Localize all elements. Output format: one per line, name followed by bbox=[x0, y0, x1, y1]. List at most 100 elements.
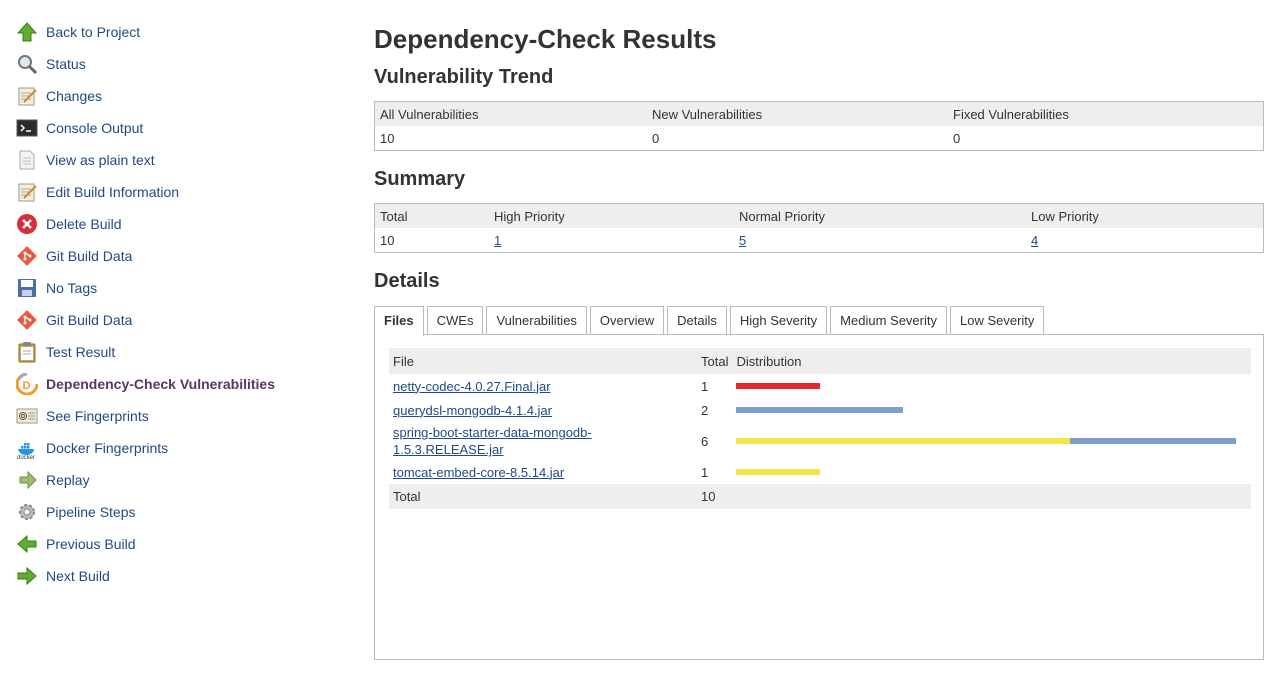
tab-high-severity[interactable]: High Severity bbox=[729, 306, 828, 335]
summary-header-total: Total bbox=[374, 203, 489, 228]
table-row: querydsl-mongodb-4.1.4.jar 2 bbox=[389, 398, 1251, 422]
tab-low-severity[interactable]: Low Severity bbox=[949, 306, 1045, 335]
sidebar-item-label: See Fingerprints bbox=[46, 408, 149, 424]
document-icon bbox=[16, 149, 38, 171]
file-total: 6 bbox=[701, 433, 709, 449]
file-link[interactable]: spring-boot-starter-data-mongodb-1.5.3.R… bbox=[393, 424, 598, 458]
summary-header-high: High Priority bbox=[489, 203, 734, 228]
sidebar-item-changes[interactable]: Changes bbox=[16, 80, 336, 112]
sidebar-item-see-fingerprints[interactable]: See Fingerprints bbox=[16, 400, 336, 432]
trend-header-new: New Vulnerabilities bbox=[647, 101, 948, 126]
file-total: 1 bbox=[701, 378, 709, 394]
sidebar-item-git-build-data[interactable]: Git Build Data bbox=[16, 304, 336, 336]
page-title: Dependency-Check Results bbox=[374, 24, 717, 54]
sidebar-item-label: Status bbox=[46, 56, 86, 72]
right-arrow-icon bbox=[16, 565, 38, 587]
clipboard-icon bbox=[16, 341, 38, 363]
sidebar-item-label: Delete Build bbox=[46, 216, 122, 232]
distribution-segment-low bbox=[736, 407, 904, 413]
sidebar-item-edit-build-information[interactable]: Edit Build Information bbox=[16, 176, 336, 208]
sidebar-item-back-to-project[interactable]: Back to Project bbox=[16, 16, 336, 48]
svg-text:D: D bbox=[23, 380, 31, 392]
summary-link-low[interactable]: 4 bbox=[1031, 233, 1038, 248]
summary-link-high[interactable]: 1 bbox=[494, 233, 501, 248]
file-link[interactable]: tomcat-embed-core-8.5.14.jar bbox=[393, 465, 564, 480]
sidebar-item-label: Test Result bbox=[46, 344, 116, 360]
git-icon bbox=[16, 245, 38, 267]
sidebar-item-previous-build[interactable]: Previous Build bbox=[16, 528, 336, 560]
notepad-icon bbox=[16, 85, 38, 107]
sidebar-item-label: Pipeline Steps bbox=[46, 504, 136, 520]
sidebar-item-label: Next Build bbox=[46, 568, 110, 584]
tab-medium-severity[interactable]: Medium Severity bbox=[830, 306, 947, 335]
terminal-icon bbox=[16, 117, 38, 139]
fingerprint-icon bbox=[16, 405, 38, 427]
distribution-bar bbox=[736, 438, 1237, 444]
up-arrow-icon bbox=[16, 21, 38, 43]
summary-header-low: Low Priority bbox=[1026, 203, 1264, 228]
details-heading: Details bbox=[374, 270, 440, 292]
trend-header-fixed: Fixed Vulnerabilities bbox=[948, 101, 1264, 126]
file-link[interactable]: querydsl-mongodb-4.1.4.jar bbox=[393, 403, 552, 418]
sidebar-item-replay[interactable]: Replay bbox=[16, 464, 336, 496]
distribution-segment-normal bbox=[736, 469, 820, 475]
details-tabs: Files CWEs Vulnerabilities Overview Details H… bbox=[374, 306, 1047, 336]
sidebar-item-console-output[interactable]: Console Output bbox=[16, 112, 336, 144]
trend-heading: Vulnerability Trend bbox=[374, 66, 554, 88]
tab-details[interactable]: Details bbox=[667, 306, 727, 335]
sidebar-item-label: Git Build Data bbox=[46, 248, 133, 264]
summary-table: Total High Priority Normal Priority Low … bbox=[374, 203, 1264, 253]
sidebar-item-label: Dependency-Check Vulnerabilities bbox=[46, 376, 275, 392]
sidebar-item-test-result[interactable]: Test Result bbox=[16, 336, 336, 368]
trend-table: All Vulnerabilities New Vulnerabilities … bbox=[374, 101, 1264, 151]
sidebar-item-no-tags[interactable]: No Tags bbox=[16, 272, 336, 304]
summary-header-normal: Normal Priority bbox=[734, 203, 1026, 228]
tab-vulnerabilities[interactable]: Vulnerabilities bbox=[486, 306, 587, 335]
sidebar-item-next-build[interactable]: Next Build bbox=[16, 560, 336, 592]
files-header-distribution: Distribution bbox=[732, 348, 1251, 374]
files-header-total: Total bbox=[697, 348, 733, 374]
tab-overview[interactable]: Overview bbox=[589, 306, 665, 335]
distribution-segment-normal bbox=[736, 438, 1070, 444]
notepad-icon bbox=[16, 181, 38, 203]
files-total-row: Total 10 bbox=[389, 484, 1251, 509]
file-link[interactable]: netty-codec-4.0.27.Final.jar bbox=[393, 379, 551, 394]
sidebar-item-label: Edit Build Information bbox=[46, 184, 180, 200]
sidebar: Back to Project Status Changes Console Outp… bbox=[15, 16, 336, 592]
git-icon bbox=[16, 309, 38, 331]
sidebar-item-dependency-check-vulnerabilities[interactable]: D Dependency-Check Vulnerabilities bbox=[15, 368, 336, 400]
sidebar-item-label: Previous Build bbox=[46, 536, 136, 552]
replay-arrow-icon bbox=[16, 469, 38, 491]
table-row: tomcat-embed-core-8.5.14.jar 1 bbox=[389, 460, 1251, 484]
trend-header-all: All Vulnerabilities bbox=[374, 101, 647, 126]
files-total-label: Total bbox=[389, 484, 697, 509]
sidebar-item-status[interactable]: Status bbox=[16, 48, 336, 80]
table-row: spring-boot-starter-data-mongodb-1.5.3.R… bbox=[389, 422, 1251, 460]
sidebar-item-git-build-data[interactable]: Git Build Data bbox=[16, 240, 336, 272]
search-icon bbox=[16, 53, 38, 75]
sidebar-item-label: Changes bbox=[46, 88, 103, 104]
trend-value-all: 10 bbox=[380, 130, 395, 146]
sidebar-item-view-as-plain-text[interactable]: View as plain text bbox=[16, 144, 336, 176]
tab-files[interactable]: Files bbox=[374, 306, 424, 336]
sidebar-item-pipeline-steps[interactable]: Pipeline Steps bbox=[16, 496, 336, 528]
summary-value-total: 10 bbox=[380, 232, 395, 248]
table-row: netty-codec-4.0.27.Final.jar 1 bbox=[389, 374, 1251, 398]
delete-icon bbox=[16, 213, 38, 235]
sidebar-item-label: Console Output bbox=[46, 120, 144, 136]
sidebar-item-label: Docker Fingerprints bbox=[46, 440, 169, 456]
sidebar-item-delete-build[interactable]: Delete Build bbox=[16, 208, 336, 240]
files-header-file: File bbox=[389, 348, 697, 374]
distribution-segment-high bbox=[736, 383, 820, 389]
files-table: File Total Distribution netty-codec-4.0.… bbox=[389, 348, 1251, 509]
files-total-value: 10 bbox=[697, 484, 733, 509]
distribution-bar bbox=[736, 407, 1236, 413]
tab-cwes[interactable]: CWEs bbox=[426, 306, 484, 335]
files-total-distribution bbox=[732, 484, 1251, 509]
summary-heading: Summary bbox=[374, 168, 466, 190]
sidebar-item-label: Replay bbox=[46, 472, 90, 488]
sidebar-item-label: Back to Project bbox=[46, 24, 141, 40]
sidebar-item-docker-fingerprints[interactable]: docker Docker Fingerprints bbox=[16, 432, 336, 464]
trend-value-new: 0 bbox=[652, 130, 660, 146]
summary-link-normal[interactable]: 5 bbox=[739, 233, 746, 248]
